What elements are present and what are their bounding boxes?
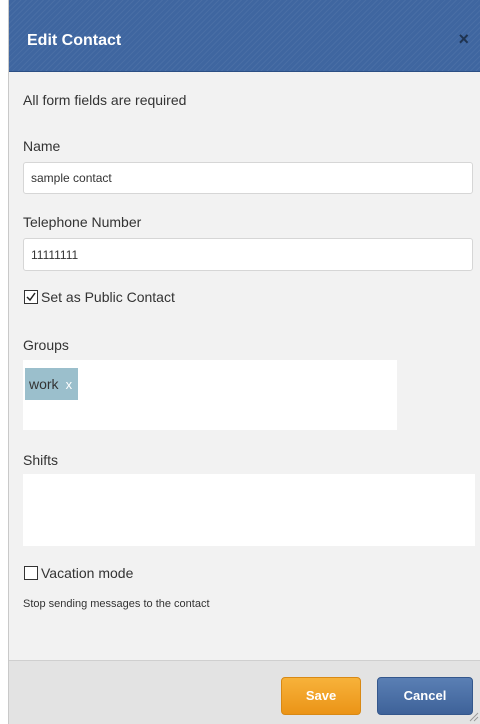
remove-tag-icon[interactable]: x: [66, 377, 73, 392]
checkmark-icon: [26, 292, 36, 302]
public-contact-label[interactable]: Set as Public Contact: [41, 289, 175, 305]
group-tag-label: work: [29, 376, 59, 392]
edit-contact-dialog: Edit Contact × All form fields are requi…: [8, 0, 480, 724]
public-contact-checkbox[interactable]: [24, 290, 38, 304]
shifts-label: Shifts: [23, 452, 59, 468]
vacation-mode-checkbox[interactable]: [24, 566, 38, 580]
shifts-input[interactable]: [23, 474, 475, 546]
resize-grip-icon[interactable]: [467, 710, 479, 722]
dialog-title: Edit Contact: [27, 32, 122, 49]
dialog-footer: Save Cancel: [9, 660, 480, 724]
groups-input[interactable]: [23, 360, 397, 430]
vacation-mode-label[interactable]: Vacation mode: [41, 565, 133, 581]
required-note: All form fields are required: [23, 92, 187, 108]
dialog-titlebar[interactable]: Edit Contact ×: [9, 0, 480, 72]
vacation-mode-help: Stop sending messages to the contact: [23, 598, 210, 610]
cancel-button[interactable]: Cancel: [377, 677, 473, 715]
telephone-label: Telephone Number: [23, 214, 142, 230]
name-label: Name: [23, 138, 61, 154]
groups-label: Groups: [23, 337, 69, 353]
close-icon[interactable]: ×: [458, 30, 469, 48]
name-input[interactable]: [23, 162, 473, 194]
group-tag-work: work x: [25, 368, 79, 400]
telephone-input[interactable]: [23, 238, 473, 271]
dialog-body: All form fields are required Name Teleph…: [9, 72, 480, 660]
save-button[interactable]: Save: [281, 677, 361, 715]
